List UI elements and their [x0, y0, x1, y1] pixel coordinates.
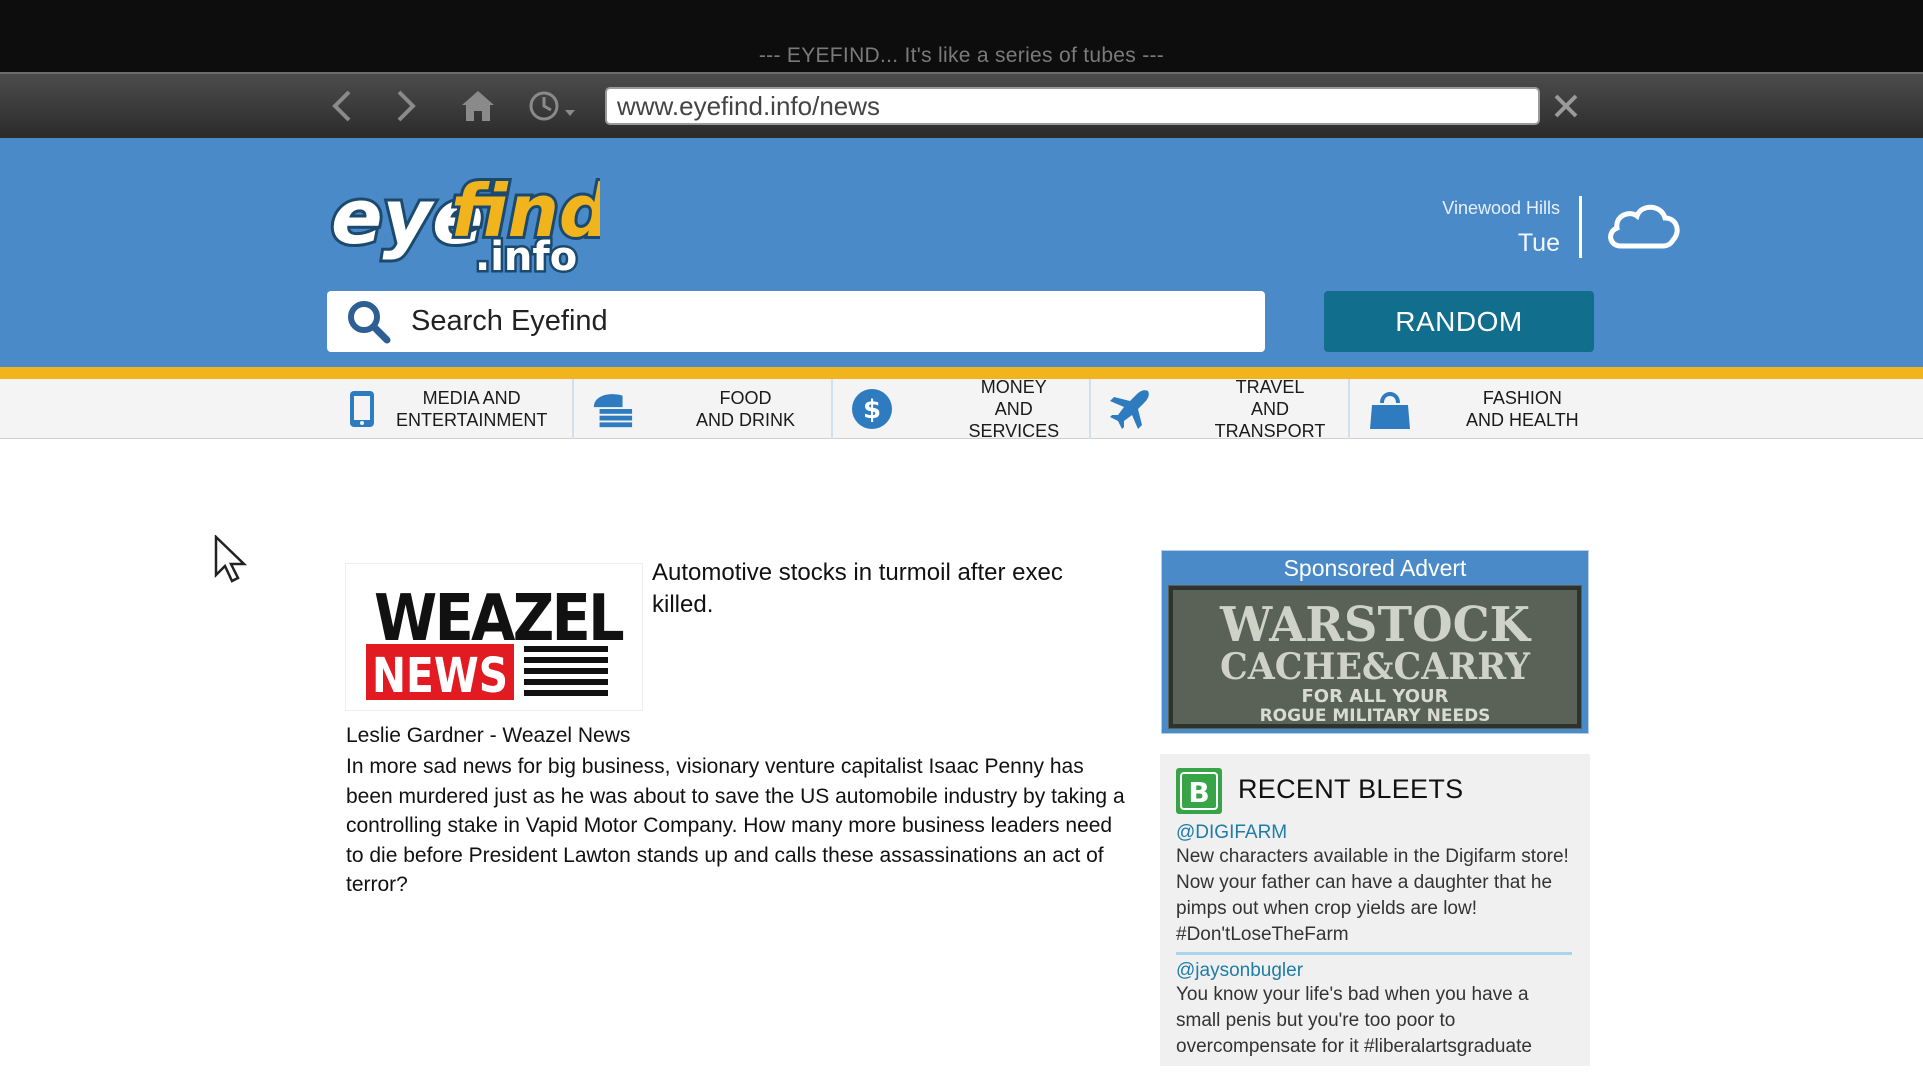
- random-button[interactable]: RANDOM: [1324, 291, 1594, 352]
- weazel-logo-line2: NEWS: [372, 648, 508, 704]
- recent-bleets-panel: B RECENT BLEETS @DIGIFARM New characters…: [1160, 754, 1590, 1066]
- home-button[interactable]: [458, 86, 498, 126]
- category-media-line1: MEDIA AND: [422, 388, 521, 408]
- weather-divider: [1579, 196, 1582, 258]
- bleet-item: @DIGIFARM New characters available in th…: [1176, 822, 1571, 948]
- article-headline[interactable]: Automotive stocks in turmoil after exec …: [652, 557, 1112, 621]
- eyefind-logo[interactable]: eye find .info: [325, 158, 615, 283]
- svg-text:$: $: [863, 395, 881, 425]
- browser-toolbar: www.eyefind.info/news: [0, 72, 1923, 138]
- window-title: --- EYEFIND... It's like a series of tub…: [758, 44, 1165, 67]
- chevron-right-icon: [397, 90, 416, 122]
- location-city: Vinewood Hills: [1442, 198, 1560, 218]
- history-button[interactable]: [526, 86, 582, 126]
- search-bar[interactable]: Search Eyefind: [327, 291, 1265, 352]
- category-fashion[interactable]: FASHION AND HEALTH: [1368, 379, 1598, 439]
- close-button[interactable]: [1546, 86, 1586, 126]
- ad-line2: CACHE&CARRY: [1220, 646, 1531, 688]
- dollar-icon: $: [850, 387, 894, 431]
- site-header: eye find .info Vinewood Hills Tue Search…: [0, 138, 1923, 379]
- home-icon: [462, 91, 494, 121]
- close-icon: [1554, 94, 1578, 118]
- sponsored-advert[interactable]: Sponsored Advert WARSTOCK CACHE&CARRY FO…: [1161, 550, 1589, 734]
- shopping-bag-icon: [1368, 387, 1412, 431]
- mouse-cursor: [214, 534, 248, 588]
- category-travel-line2: AND TRANSPORT: [1214, 399, 1326, 441]
- bleeter-icon: B: [1176, 768, 1222, 814]
- category-money[interactable]: $ MONEY AND SERVICES: [850, 377, 1080, 441]
- plane-icon: [1108, 387, 1152, 431]
- category-money-line2: AND SERVICES: [968, 399, 1060, 441]
- cloud-icon: [1603, 198, 1683, 259]
- weazel-news-logo: WEAZEL NEWS: [345, 563, 643, 711]
- bleet-handle[interactable]: @jaysonbugler: [1176, 960, 1571, 982]
- category-nav: MEDIA AND ENTERTAINMENT FOOD AND DRINK $…: [0, 377, 1923, 441]
- category-media[interactable]: MEDIA AND ENTERTAINMENT: [340, 379, 565, 439]
- chevron-left-icon: [332, 90, 351, 122]
- bleets-title: RECENT BLEETS: [1238, 774, 1464, 804]
- location-day: Tue: [1517, 229, 1560, 257]
- forward-button[interactable]: [386, 86, 426, 126]
- category-travel-line1: TRAVEL: [1235, 377, 1305, 397]
- back-button[interactable]: [322, 86, 362, 126]
- category-divider: [831, 379, 833, 439]
- category-divider: [1089, 379, 1091, 439]
- clock-dropdown-icon: [529, 91, 575, 121]
- category-money-line1: MONEY: [980, 377, 1047, 397]
- search-icon: [348, 300, 391, 343]
- svg-text:.info: .info: [475, 234, 577, 280]
- bleet-text: New characters available in the Digifarm…: [1176, 846, 1569, 945]
- svg-text:B: B: [1188, 776, 1209, 809]
- window-titlebar: --- EYEFIND... It's like a series of tub…: [0, 0, 1923, 72]
- category-divider: [572, 379, 574, 439]
- burger-icon: [590, 387, 634, 431]
- search-input[interactable]: Search Eyefind: [411, 305, 608, 338]
- category-fashion-line1: FASHION: [1482, 388, 1562, 408]
- category-fashion-line2: AND HEALTH: [1466, 410, 1579, 430]
- ad-line3: FOR ALL YOUR: [1301, 686, 1448, 707]
- bleet-item: @jaysonbugler You know your life's bad w…: [1176, 960, 1571, 1060]
- location-widget: Vinewood Hills Tue: [1300, 198, 1560, 258]
- category-media-line2: ENTERTAINMENT: [396, 410, 548, 430]
- bleet-divider: [1176, 952, 1572, 955]
- category-travel[interactable]: TRAVEL AND TRANSPORT: [1108, 377, 1338, 441]
- category-divider: [1348, 379, 1350, 439]
- category-food-line2: AND DRINK: [696, 410, 796, 430]
- article-byline: Leslie Gardner - Weazel News: [346, 724, 631, 747]
- bleet-text: You know your life's bad when you have a…: [1176, 984, 1532, 1057]
- ad-line1: WARSTOCK: [1219, 597, 1532, 653]
- category-food-line1: FOOD: [719, 388, 772, 408]
- advert-label: Sponsored Advert: [1283, 555, 1467, 581]
- phone-icon: [340, 387, 384, 431]
- url-text: www.eyefind.info/news: [617, 90, 881, 121]
- warstock-ad-image[interactable]: WARSTOCK CACHE&CARRY FOR ALL YOUR ROGUE …: [1168, 585, 1582, 729]
- bleet-handle[interactable]: @DIGIFARM: [1176, 822, 1571, 844]
- address-bar[interactable]: www.eyefind.info/news: [605, 87, 1540, 125]
- article-body: In more sad news for big business, visio…: [346, 755, 1125, 896]
- category-food[interactable]: FOOD AND DRINK: [590, 379, 820, 439]
- ad-line4: ROGUE MILITARY NEEDS: [1260, 706, 1491, 726]
